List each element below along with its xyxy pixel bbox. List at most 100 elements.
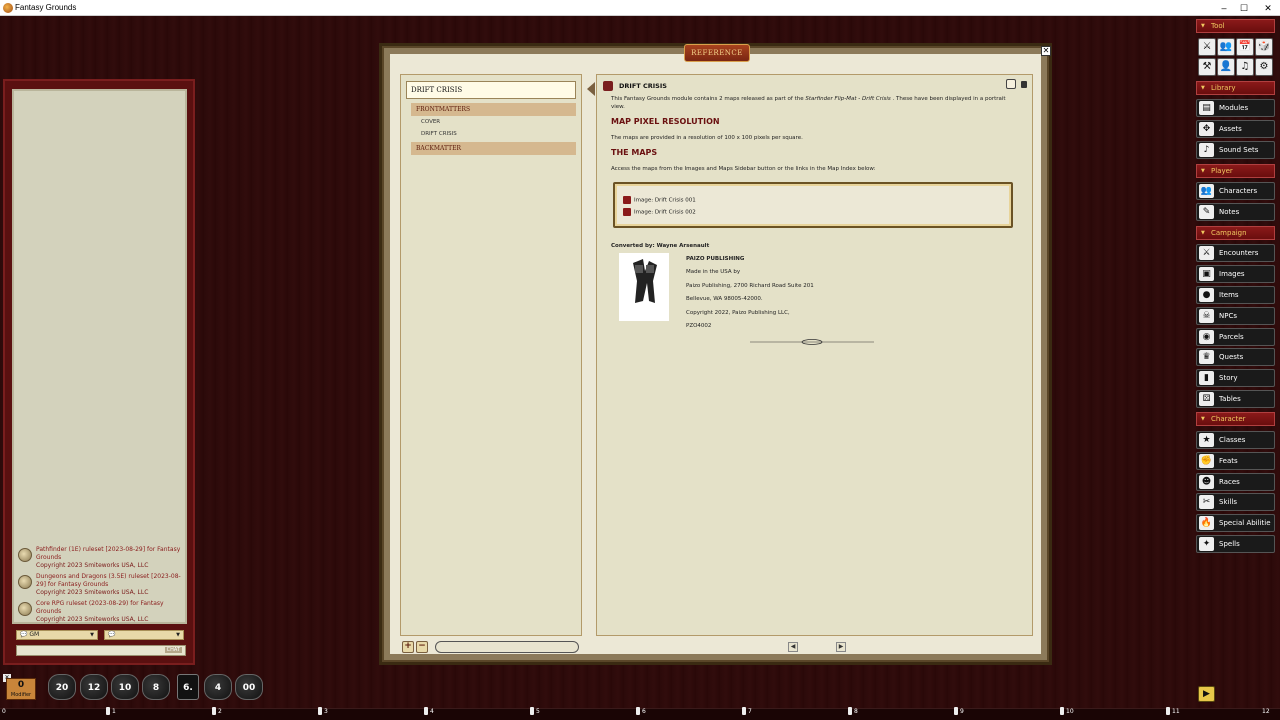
add-entry-button[interactable]: + <box>402 641 414 653</box>
minimize-button[interactable]: – <box>1214 1 1234 15</box>
ruleset-icon <box>18 602 32 616</box>
credit-line: Made in the USA by <box>686 269 740 275</box>
toc-section-frontmatters[interactable]: FRONTMATTERS <box>411 103 576 116</box>
sidebar-item-npcs[interactable]: ☠NPCs <box>1196 307 1275 325</box>
effects-icon[interactable]: 👤 <box>1217 58 1235 76</box>
identity-select[interactable]: 💬 GM▼ <box>16 630 98 640</box>
chevron-down-icon: ▼ <box>90 631 94 639</box>
sidebar-item-notes[interactable]: ✎Notes <box>1196 203 1275 221</box>
timeline-marker[interactable] <box>742 707 746 715</box>
toc-item-drift-crisis[interactable]: DRIFT CRISIS <box>421 131 457 137</box>
sidebar-item-special-abilities[interactable]: 🔥Special Abilitie <box>1196 514 1275 532</box>
sidebar-header-player[interactable]: Player <box>1196 164 1275 178</box>
lock-icon[interactable] <box>1021 81 1027 88</box>
reference-window[interactable]: REFERENCE ✕ DRIFT CRISIS FRONTMATTERS CO… <box>382 46 1049 662</box>
timeline-marker[interactable] <box>424 707 428 715</box>
sidebar-item-images[interactable]: ▣Images <box>1196 265 1275 283</box>
d8-die[interactable]: 8 <box>142 674 170 700</box>
trophy-icon: ♛ <box>1199 350 1214 364</box>
map-link-001[interactable]: Image: Drift Crisis 001 <box>623 196 696 204</box>
close-window-button[interactable]: ✕ <box>1258 1 1278 15</box>
sidebar-header-tool[interactable]: Tool <box>1196 19 1275 33</box>
book-icon: ▮ <box>1199 371 1214 385</box>
sidebar-item-quests[interactable]: ♛Quests <box>1196 348 1275 366</box>
modifier-box[interactable]: 0 Modifier <box>6 678 36 700</box>
credit-line: Copyright 2022, Paizo Publishing LLC, <box>686 310 790 316</box>
toc-item-cover[interactable]: COVER <box>421 119 440 125</box>
image-icon: ▣ <box>1199 267 1214 281</box>
timeline-bar[interactable]: 0 1 2 3 4 5 6 7 8 9 10 11 12 <box>0 708 1280 720</box>
sidebar-item-sound-sets[interactable]: ♪Sound Sets <box>1196 141 1275 159</box>
play-icon[interactable]: ▶ <box>1198 686 1215 702</box>
d4-die[interactable]: 4 <box>204 674 232 700</box>
chevron-down-icon: ▼ <box>176 631 180 639</box>
d12-die[interactable]: 12 <box>80 674 108 700</box>
chat-input[interactable]: CHAT <box>16 645 186 656</box>
toc-section-backmatter[interactable]: BACKMATTER <box>411 142 576 155</box>
modifiers-icon[interactable]: ⚒ <box>1198 58 1216 76</box>
d10-die[interactable]: 10 <box>111 674 139 700</box>
credit-line: PZO4002 <box>686 323 711 329</box>
party-sheet-icon[interactable]: 👥 <box>1217 38 1235 56</box>
sidebar-item-story[interactable]: ▮Story <box>1196 369 1275 387</box>
sidebar-item-assets[interactable]: ✥Assets <box>1196 120 1275 138</box>
speech-icon: 💬 <box>108 631 115 638</box>
maximize-button[interactable]: ☐ <box>1234 1 1254 15</box>
d20-die[interactable]: 20 <box>48 674 76 700</box>
next-page-button[interactable]: ▶ <box>836 642 846 652</box>
sidebar-header-character[interactable]: Character <box>1196 412 1275 426</box>
timeline-marker[interactable] <box>106 707 110 715</box>
map-link-002[interactable]: Image: Drift Crisis 002 <box>623 208 696 216</box>
sidebar-header-library[interactable]: Library <box>1196 81 1275 95</box>
app-icon <box>3 3 13 13</box>
settings-gear-icon[interactable]: ⚙ <box>1255 58 1273 76</box>
sidebar-item-items[interactable]: ●Items <box>1196 286 1275 304</box>
timeline-marker[interactable] <box>1060 707 1064 715</box>
combat-tracker-icon[interactable]: ⚔ <box>1198 38 1216 56</box>
sidebar-item-modules[interactable]: ▤Modules <box>1196 99 1275 117</box>
assets-icon: ✥ <box>1199 122 1214 136</box>
sidebar-item-skills[interactable]: ✂Skills <box>1196 493 1275 511</box>
sound-icon[interactable]: ♫ <box>1236 58 1254 76</box>
modifier-label: Modifier <box>7 691 35 699</box>
sidebar-item-feats[interactable]: ✊Feats <box>1196 452 1275 470</box>
sidebar-header-campaign[interactable]: Campaign <box>1196 226 1275 240</box>
prev-page-button[interactable]: ◀ <box>788 642 798 652</box>
d100-die[interactable]: 00 <box>235 674 263 700</box>
toc-title[interactable]: DRIFT CRISIS <box>406 81 576 99</box>
edit-icon[interactable] <box>1006 79 1016 89</box>
coins-icon: ◉ <box>1199 330 1214 344</box>
sidebar-item-tables[interactable]: ⚄Tables <box>1196 390 1275 408</box>
converted-by: Converted by: Wayne Arsenault <box>611 242 709 250</box>
chat-message: Core RPG ruleset (2023-08-29) for Fantas… <box>18 600 186 624</box>
sidebar-item-classes[interactable]: ★Classes <box>1196 431 1275 449</box>
sparkle-icon: ✦ <box>1199 537 1214 551</box>
image-link-icon <box>623 208 631 216</box>
chat-log[interactable]: Pathfinder (1E) ruleset [2023-08-29] for… <box>12 89 187 624</box>
timeline-marker[interactable] <box>848 707 852 715</box>
sidebar-item-spells[interactable]: ✦Spells <box>1196 535 1275 553</box>
timeline-marker[interactable] <box>954 707 958 715</box>
timeline-marker[interactable] <box>212 707 216 715</box>
window-titlebar: Fantasy Grounds – ☐ ✕ <box>0 0 1280 16</box>
caret-left-icon <box>587 82 595 96</box>
face-icon: ☻ <box>1199 475 1214 489</box>
timeline-marker[interactable] <box>636 707 640 715</box>
page-icon <box>603 81 613 91</box>
chat-mode-select[interactable]: 💬 ▼ <box>104 630 184 640</box>
sidebar-item-parcels[interactable]: ◉Parcels <box>1196 328 1275 346</box>
dice-tower-icon[interactable]: 🎲 <box>1255 38 1273 56</box>
sidebar-item-characters[interactable]: 👥Characters <box>1196 182 1275 200</box>
timeline-marker[interactable] <box>1166 707 1170 715</box>
close-icon[interactable]: ✕ <box>1041 46 1051 56</box>
remove-entry-button[interactable]: − <box>416 641 428 653</box>
timeline-marker[interactable] <box>318 707 322 715</box>
skull-icon: ☠ <box>1199 309 1214 323</box>
d6-die[interactable]: 6. <box>177 674 199 700</box>
timeline-marker[interactable] <box>530 707 534 715</box>
credit-line: Bellevue, WA 98005-42000. <box>686 296 763 302</box>
toc-filter-input[interactable] <box>435 641 579 653</box>
sidebar-item-races[interactable]: ☻Races <box>1196 473 1275 491</box>
sidebar-item-encounters[interactable]: ⚔Encounters <box>1196 244 1275 262</box>
calendar-icon[interactable]: 📅 <box>1236 38 1254 56</box>
